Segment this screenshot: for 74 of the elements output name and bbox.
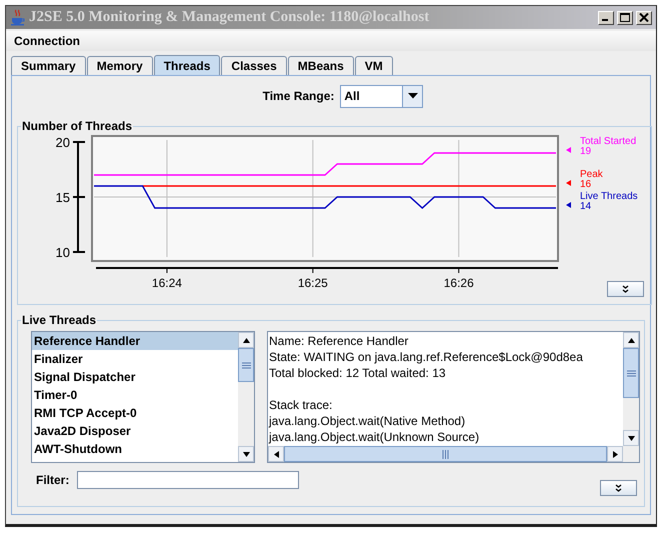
list-item[interactable]: AWT-Shutdown: [32, 440, 238, 458]
group-title: Live Threads: [21, 313, 98, 327]
stack-line: java.lang.Object.wait(Native Method): [269, 413, 466, 429]
scrollbar-corner: [623, 446, 639, 462]
axis-label: 16:24: [152, 276, 182, 290]
scroll-down-button[interactable]: [238, 446, 254, 462]
tab[interactable]: Memory: [86, 56, 153, 75]
filter-field[interactable]: [77, 471, 300, 489]
close-icon: [639, 13, 649, 22]
marker-icon: [566, 147, 571, 153]
tab[interactable]: MBeans: [288, 56, 354, 75]
list-item[interactable]: RMI TCP Accept-0: [32, 404, 238, 422]
legend-label: Total Started: [580, 136, 636, 147]
collapse-button[interactable]: [600, 480, 637, 496]
coffee-cup-icon: [10, 9, 26, 26]
legend-label: Live Threads: [580, 191, 638, 202]
list-item[interactable]: Reference Handler: [32, 332, 238, 350]
grip-icon: [626, 370, 636, 377]
time-range-dropdown[interactable]: All: [340, 84, 424, 108]
list-item[interactable]: Timer-0: [32, 386, 238, 404]
axis-label: 10: [56, 245, 70, 260]
maximize-icon: [620, 13, 630, 22]
legend-label: Peak: [580, 169, 603, 180]
detail-line: State: WAITING on java.lang.ref.Reference$Lock@90d8ea: [269, 349, 584, 365]
tab[interactable]: Classes: [221, 56, 287, 75]
grip-icon: [442, 450, 449, 458]
collapse-button[interactable]: [607, 281, 644, 297]
legend-value: 19: [580, 146, 592, 157]
tab[interactable]: Threads: [154, 55, 220, 75]
scroll-down-button[interactable]: [623, 430, 639, 446]
menu-item[interactable]: Connection: [14, 34, 80, 48]
triangle-icon: [272, 450, 280, 458]
scrollbar-thumb[interactable]: [623, 348, 639, 398]
field-label: Time Range:: [262, 89, 334, 103]
stack-line: java.lang.Object.wait(Unknown Source): [269, 429, 480, 445]
close-button[interactable]: [636, 10, 652, 24]
tab[interactable]: Summary: [11, 56, 86, 75]
minimize-button[interactable]: [598, 10, 614, 24]
scroll-right-button[interactable]: [607, 446, 623, 462]
maximize-button[interactable]: [617, 10, 633, 24]
list-item[interactable]: Signal Dispatcher: [32, 368, 238, 386]
detail-line: Name: Reference Handler: [269, 333, 410, 349]
marker-icon: [566, 180, 571, 186]
marker-icon: [566, 202, 571, 208]
triangle-icon: [628, 434, 634, 442]
tab[interactable]: VM: [354, 56, 393, 75]
thread-list[interactable]: Reference Handler Finalizer Signal Dispatcher Timer-0 RMI TCP Accept-0 Java2D Disposer AWT-Shutdown: [31, 331, 255, 463]
scroll-left-button[interactable]: [268, 446, 284, 462]
scroll-up-button[interactable]: [623, 332, 639, 348]
grip-icon: [242, 362, 250, 368]
triangle-icon: [242, 450, 250, 458]
detail-line: Stack trace:: [269, 397, 334, 413]
list-item[interactable]: Java2D Disposer: [32, 422, 238, 440]
list-item[interactable]: Finalizer: [32, 350, 238, 368]
legend-value: 16: [580, 179, 592, 190]
axis-label: 15: [56, 190, 70, 205]
group-title: Number of Threads: [21, 119, 134, 133]
axis-label: 16:25: [298, 276, 328, 290]
detail-line: Total blocked: 12 Total waited: 13: [269, 365, 447, 381]
scrollbar-thumb[interactable]: [238, 348, 254, 382]
vertical-scrollbar[interactable]: [238, 332, 254, 462]
chevron-icon: [622, 285, 629, 293]
window-title: J2SE 5.0 Monitoring & Management Console: 1180@localhost: [29, 9, 430, 26]
chevron-icon: [615, 484, 622, 492]
caret-icon: [408, 93, 418, 99]
axis-label: 20: [56, 135, 70, 150]
axis-label: 16:26: [444, 276, 474, 290]
triangle-icon: [242, 336, 250, 344]
scroll-up-button[interactable]: [238, 332, 254, 348]
vertical-scrollbar[interactable]: [623, 332, 639, 446]
field-label: Filter:: [36, 473, 70, 487]
legend-value: 14: [580, 201, 592, 212]
triangle-icon: [628, 336, 634, 344]
triangle-icon: [612, 450, 618, 458]
